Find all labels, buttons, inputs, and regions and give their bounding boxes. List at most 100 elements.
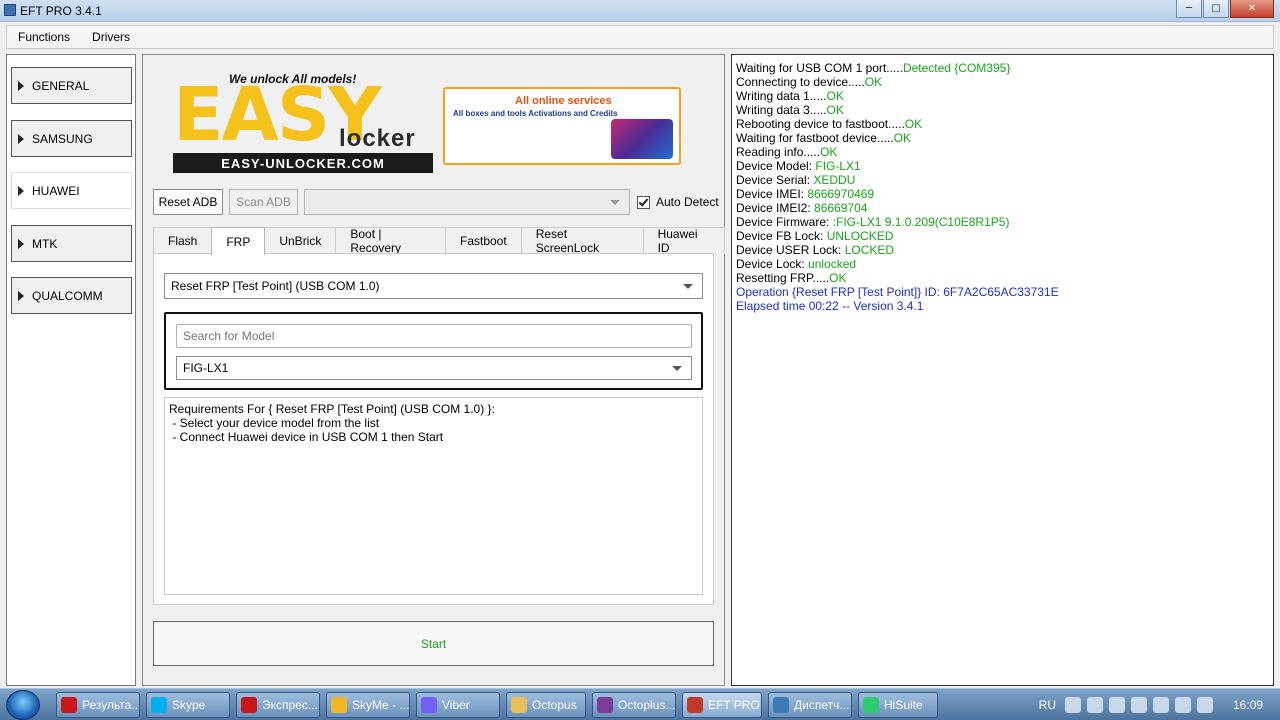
taskbar-item[interactable]: Экспрес...: [236, 692, 320, 718]
minimize-icon[interactable]: ─: [1176, 0, 1202, 18]
log-elapsed-time: Elapsed time 00:22 -- Version 3.4.1: [736, 299, 924, 313]
taskbar-item[interactable]: SkyMe - ...: [326, 692, 410, 718]
chevron-down-icon: [683, 284, 693, 289]
network-icon[interactable]: [1175, 697, 1191, 713]
tray-app-icon[interactable]: [1131, 697, 1147, 713]
reset-adb-button[interactable]: Reset ADB: [153, 189, 223, 215]
play-arrow-icon: [18, 238, 24, 249]
log-line: Device IMEI: 8666970469: [736, 187, 875, 201]
tab-frp[interactable]: FRP: [211, 227, 266, 255]
category-general[interactable]: GENERAL: [11, 67, 132, 104]
log-line: Device Lock: unlocked: [736, 257, 857, 271]
task-manager-icon: [773, 697, 789, 713]
category-panel: GENERAL SAMSUNG HUAWEI MTK QUALCOMM: [6, 54, 136, 686]
category-qualcomm[interactable]: QUALCOMM: [11, 277, 132, 314]
model-value: FIG-LX1: [183, 361, 229, 375]
taskbar-item[interactable]: HiSuite: [858, 692, 938, 718]
scan-adb-button[interactable]: Scan ADB: [229, 189, 298, 215]
log-line: Device IMEI2: 86669704: [736, 201, 868, 215]
tray-app-icon[interactable]: [1109, 697, 1125, 713]
log-line: Device USER Lock: LOCKED: [736, 243, 895, 257]
app-icon: [4, 4, 16, 16]
log-line: Writing data 3.....OK: [736, 103, 844, 117]
hisuite-icon: [863, 697, 879, 713]
menu-bar: Functions Drivers: [6, 25, 1274, 49]
tray-app-icon[interactable]: [1065, 697, 1081, 713]
log-line: Device Model: FIG-LX1: [736, 159, 861, 173]
operation-select[interactable]: Reset FRP [Test Point] (USB COM 1.0): [164, 273, 703, 299]
play-arrow-icon: [18, 185, 24, 196]
windows-start-icon[interactable]: [6, 690, 40, 720]
opera-icon: [61, 697, 77, 713]
banner-tagline: We unlock All models!: [229, 72, 357, 86]
log-line: Resetting FRP.....OK: [736, 271, 847, 285]
model-search-input[interactable]: [176, 324, 692, 348]
play-arrow-icon: [18, 290, 24, 301]
category-label: QUALCOMM: [32, 288, 103, 303]
tab-huawei-id[interactable]: Huawei ID: [642, 227, 725, 255]
model-select[interactable]: FIG-LX1: [176, 356, 692, 380]
chevron-down-icon: [610, 200, 620, 205]
category-samsung[interactable]: SAMSUNG: [11, 120, 132, 157]
tab-flash[interactable]: Flash: [153, 227, 213, 254]
checkbox-box[interactable]: [637, 195, 650, 209]
log-line: Reading info.....OK: [736, 145, 838, 159]
tab-reset-screenlock[interactable]: Reset ScreenLock: [520, 227, 644, 255]
category-huawei[interactable]: HUAWEI: [11, 172, 132, 209]
category-mtk[interactable]: MTK: [11, 225, 132, 262]
taskbar-item[interactable]: Octoplus...: [592, 692, 676, 718]
locker-logo: locker: [339, 125, 416, 152]
operations-panel: EASY We unlock All models! locker EASY-U…: [142, 54, 725, 686]
opera-icon: [241, 697, 257, 713]
taskbar-item[interactable]: Viber: [416, 692, 500, 718]
volume-icon[interactable]: [1197, 697, 1213, 713]
clock[interactable]: 16:09: [1216, 698, 1280, 712]
log-line: Waiting for USB COM 1 port.....Detected …: [736, 61, 1011, 75]
chrome-icon: [331, 697, 347, 713]
play-arrow-icon: [18, 80, 24, 91]
start-button[interactable]: Start: [153, 621, 714, 666]
taskbar-item[interactable]: EFT PRO ...: [682, 692, 762, 718]
log-line: Waiting for fastboot device.....OK: [736, 131, 911, 145]
title-bar[interactable]: EFT PRO 3.4.1 ─ □ ✕: [0, 0, 1280, 22]
menu-functions[interactable]: Functions: [7, 30, 81, 44]
taskbar-item[interactable]: Результа...: [56, 692, 140, 718]
frp-tab-page: Reset FRP [Test Point] (USB COM 1.0) FIG…: [153, 253, 714, 605]
log-panel[interactable]: Waiting for USB COM 1 port.....Detected …: [731, 54, 1274, 686]
adb-port-select[interactable]: [304, 189, 630, 215]
auto-detect-checkbox[interactable]: Auto Detect: [637, 195, 719, 209]
maximize-icon[interactable]: □: [1203, 0, 1229, 18]
operation-value: Reset FRP [Test Point] (USB COM 1.0): [171, 279, 380, 293]
window-controls: ─ □ ✕: [1176, 0, 1274, 18]
model-group: FIG-LX1: [164, 312, 703, 390]
tab-fastboot[interactable]: Fastboot: [445, 227, 522, 254]
category-label: SAMSUNG: [32, 131, 93, 146]
viber-icon: [421, 697, 437, 713]
play-arrow-icon: [18, 133, 24, 144]
category-label: GENERAL: [32, 78, 90, 93]
taskbar-item[interactable]: Skype: [146, 692, 230, 718]
taskbar-item[interactable]: Octopus: [506, 692, 586, 718]
skype-icon: [151, 697, 167, 713]
close-icon[interactable]: ✕: [1230, 0, 1274, 18]
gift-cards-image: [611, 119, 673, 159]
promo-title: All online services: [515, 95, 612, 107]
tray-app-icon[interactable]: [1153, 697, 1169, 713]
folder-icon: [511, 697, 527, 713]
tab-unbrick[interactable]: UnBrick: [264, 227, 337, 254]
taskbar-item[interactable]: Диспетч...: [768, 692, 852, 718]
eft-pro-icon: [687, 697, 703, 713]
menu-drivers[interactable]: Drivers: [81, 30, 141, 44]
tab-boot-recovery[interactable]: Boot | Recovery: [335, 227, 446, 255]
promo-subtitle: All boxes and tools Activations and Cred…: [453, 109, 618, 118]
language-indicator[interactable]: RU: [1039, 698, 1056, 712]
tab-bar: Flash FRP UnBrick Boot | Recovery Fastbo…: [153, 227, 725, 255]
website-label: EASY-UNLOCKER.COM: [173, 153, 433, 173]
chevron-down-icon: [672, 366, 682, 371]
octoplus-icon: [597, 697, 613, 713]
tray-app-icon[interactable]: [1087, 697, 1103, 713]
auto-detect-label: Auto Detect: [656, 195, 719, 209]
system-tray: RU 16:09: [1033, 689, 1280, 720]
log-line: Writing data 1.....OK: [736, 89, 844, 103]
log-line: Device FB Lock: UNLOCKED: [736, 229, 894, 243]
